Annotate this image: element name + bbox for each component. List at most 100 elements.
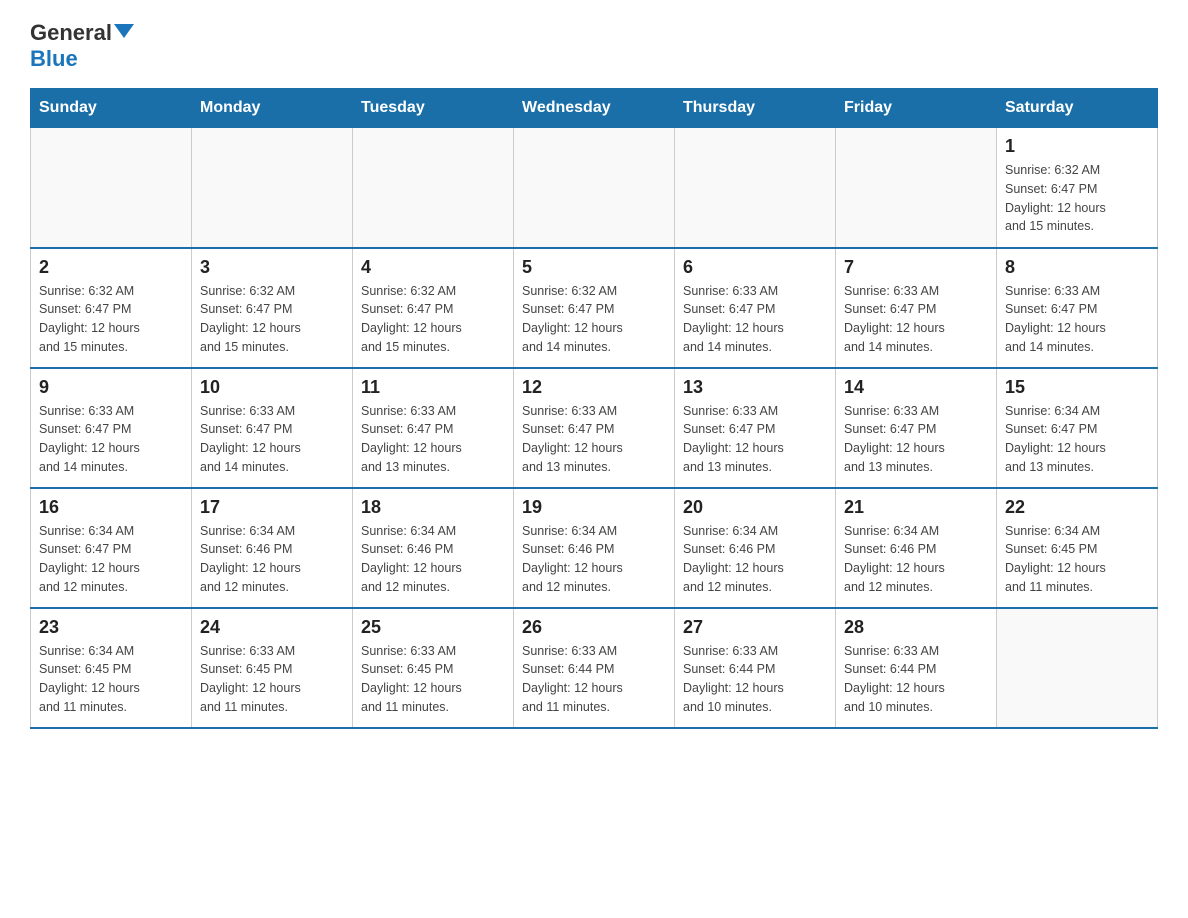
day-info: Sunrise: 6:32 AMSunset: 6:47 PMDaylight:… (361, 282, 505, 357)
calendar-cell (675, 128, 836, 248)
day-number: 11 (361, 377, 505, 398)
day-number: 2 (39, 257, 183, 278)
day-info: Sunrise: 6:33 AMSunset: 6:47 PMDaylight:… (844, 402, 988, 477)
calendar-cell: 12 Sunrise: 6:33 AMSunset: 6:47 PMDayligh… (514, 368, 675, 488)
calendar-cell: 17 Sunrise: 6:34 AMSunset: 6:46 PMDayligh… (192, 488, 353, 608)
day-number: 4 (361, 257, 505, 278)
day-info: Sunrise: 6:34 AMSunset: 6:47 PMDaylight:… (39, 522, 183, 597)
calendar-cell: 28 Sunrise: 6:33 AMSunset: 6:44 PMDayligh… (836, 608, 997, 728)
weekday-header-tuesday: Tuesday (353, 89, 514, 128)
day-info: Sunrise: 6:34 AMSunset: 6:47 PMDaylight:… (1005, 402, 1149, 477)
day-number: 9 (39, 377, 183, 398)
logo-blue-text: Blue (30, 46, 78, 72)
day-info: Sunrise: 6:34 AMSunset: 6:45 PMDaylight:… (39, 642, 183, 717)
week-row-4: 16Sunrise: 6:34 AMSunset: 6:47 PMDayligh… (31, 488, 1158, 608)
day-info: Sunrise: 6:34 AMSunset: 6:46 PMDaylight:… (361, 522, 505, 597)
calendar-cell: 24 Sunrise: 6:33 AMSunset: 6:45 PMDayligh… (192, 608, 353, 728)
calendar-cell: 19 Sunrise: 6:34 AMSunset: 6:46 PMDayligh… (514, 488, 675, 608)
calendar-cell: 23 Sunrise: 6:34 AMSunset: 6:45 PMDayligh… (31, 608, 192, 728)
day-info: Sunrise: 6:34 AMSunset: 6:46 PMDaylight:… (844, 522, 988, 597)
day-info: Sunrise: 6:34 AMSunset: 6:46 PMDaylight:… (522, 522, 666, 597)
calendar-cell: 9 Sunrise: 6:33 AMSunset: 6:47 PMDaylight… (31, 368, 192, 488)
week-row-5: 23 Sunrise: 6:34 AMSunset: 6:45 PMDayligh… (31, 608, 1158, 728)
logo-general-text: General (30, 20, 112, 46)
day-number: 20 (683, 497, 827, 518)
day-info: Sunrise: 6:33 AMSunset: 6:47 PMDaylight:… (683, 282, 827, 357)
day-number: 27 (683, 617, 827, 638)
calendar-cell: 1 Sunrise: 6:32 AMSunset: 6:47 PMDaylight… (997, 128, 1158, 248)
day-number: 3 (200, 257, 344, 278)
day-number: 23 (39, 617, 183, 638)
logo-triangle-icon (114, 24, 134, 38)
weekday-header-friday: Friday (836, 89, 997, 128)
day-info: Sunrise: 6:33 AMSunset: 6:44 PMDaylight:… (522, 642, 666, 717)
calendar-cell: 7Sunrise: 6:33 AMSunset: 6:47 PMDaylight… (836, 248, 997, 368)
day-number: 8 (1005, 257, 1149, 278)
calendar-cell: 11Sunrise: 6:33 AMSunset: 6:47 PMDayligh… (353, 368, 514, 488)
calendar-cell (31, 128, 192, 248)
calendar-cell: 2Sunrise: 6:32 AMSunset: 6:47 PMDaylight… (31, 248, 192, 368)
day-info: Sunrise: 6:33 AMSunset: 6:45 PMDaylight:… (200, 642, 344, 717)
weekday-header-sunday: Sunday (31, 89, 192, 128)
day-info: Sunrise: 6:33 AMSunset: 6:47 PMDaylight:… (1005, 282, 1149, 357)
calendar-cell: 13 Sunrise: 6:33 AMSunset: 6:47 PMDayligh… (675, 368, 836, 488)
day-info: Sunrise: 6:33 AMSunset: 6:45 PMDaylight:… (361, 642, 505, 717)
day-info: Sunrise: 6:34 AMSunset: 6:46 PMDaylight:… (200, 522, 344, 597)
calendar-cell: 18 Sunrise: 6:34 AMSunset: 6:46 PMDayligh… (353, 488, 514, 608)
calendar-cell (353, 128, 514, 248)
week-row-1: 1 Sunrise: 6:32 AMSunset: 6:47 PMDaylight… (31, 128, 1158, 248)
calendar-cell (836, 128, 997, 248)
calendar-cell (192, 128, 353, 248)
calendar-cell: 8 Sunrise: 6:33 AMSunset: 6:47 PMDaylight… (997, 248, 1158, 368)
day-number: 1 (1005, 136, 1149, 157)
calendar-cell: 22 Sunrise: 6:34 AMSunset: 6:45 PMDayligh… (997, 488, 1158, 608)
day-number: 28 (844, 617, 988, 638)
calendar-cell: 15 Sunrise: 6:34 AMSunset: 6:47 PMDayligh… (997, 368, 1158, 488)
day-number: 6 (683, 257, 827, 278)
weekday-header-wednesday: Wednesday (514, 89, 675, 128)
day-number: 15 (1005, 377, 1149, 398)
day-info: Sunrise: 6:33 AMSunset: 6:47 PMDaylight:… (522, 402, 666, 477)
day-number: 18 (361, 497, 505, 518)
weekday-header-saturday: Saturday (997, 89, 1158, 128)
day-info: Sunrise: 6:33 AMSunset: 6:44 PMDaylight:… (844, 642, 988, 717)
day-number: 26 (522, 617, 666, 638)
day-number: 19 (522, 497, 666, 518)
calendar-cell: 27 Sunrise: 6:33 AMSunset: 6:44 PMDayligh… (675, 608, 836, 728)
day-number: 24 (200, 617, 344, 638)
calendar-cell: 10Sunrise: 6:33 AMSunset: 6:47 PMDayligh… (192, 368, 353, 488)
logo-text: General (30, 20, 136, 46)
day-info: Sunrise: 6:32 AMSunset: 6:47 PMDaylight:… (522, 282, 666, 357)
week-row-3: 9 Sunrise: 6:33 AMSunset: 6:47 PMDaylight… (31, 368, 1158, 488)
day-number: 25 (361, 617, 505, 638)
day-number: 14 (844, 377, 988, 398)
day-number: 7 (844, 257, 988, 278)
weekday-header-monday: Monday (192, 89, 353, 128)
day-info: Sunrise: 6:32 AMSunset: 6:47 PMDaylight:… (200, 282, 344, 357)
logo: General Blue (30, 20, 136, 72)
day-number: 17 (200, 497, 344, 518)
calendar-cell: 5 Sunrise: 6:32 AMSunset: 6:47 PMDaylight… (514, 248, 675, 368)
day-number: 13 (683, 377, 827, 398)
calendar-cell (514, 128, 675, 248)
day-info: Sunrise: 6:33 AMSunset: 6:47 PMDaylight:… (39, 402, 183, 477)
calendar-cell: 21Sunrise: 6:34 AMSunset: 6:46 PMDayligh… (836, 488, 997, 608)
calendar-table: SundayMondayTuesdayWednesdayThursdayFrid… (30, 88, 1158, 729)
day-info: Sunrise: 6:32 AMSunset: 6:47 PMDaylight:… (1005, 161, 1149, 236)
page-header: General Blue (30, 20, 1158, 72)
day-number: 22 (1005, 497, 1149, 518)
day-number: 10 (200, 377, 344, 398)
day-info: Sunrise: 6:33 AMSunset: 6:47 PMDaylight:… (683, 402, 827, 477)
calendar-cell: 20Sunrise: 6:34 AMSunset: 6:46 PMDayligh… (675, 488, 836, 608)
day-info: Sunrise: 6:34 AMSunset: 6:45 PMDaylight:… (1005, 522, 1149, 597)
weekday-header-row: SundayMondayTuesdayWednesdayThursdayFrid… (31, 89, 1158, 128)
calendar-cell: 26 Sunrise: 6:33 AMSunset: 6:44 PMDayligh… (514, 608, 675, 728)
calendar-cell: 25 Sunrise: 6:33 AMSunset: 6:45 PMDayligh… (353, 608, 514, 728)
calendar-cell: 3 Sunrise: 6:32 AMSunset: 6:47 PMDaylight… (192, 248, 353, 368)
weekday-header-thursday: Thursday (675, 89, 836, 128)
day-number: 5 (522, 257, 666, 278)
calendar-cell (997, 608, 1158, 728)
day-number: 12 (522, 377, 666, 398)
calendar-cell: 6 Sunrise: 6:33 AMSunset: 6:47 PMDaylight… (675, 248, 836, 368)
day-info: Sunrise: 6:33 AMSunset: 6:44 PMDaylight:… (683, 642, 827, 717)
